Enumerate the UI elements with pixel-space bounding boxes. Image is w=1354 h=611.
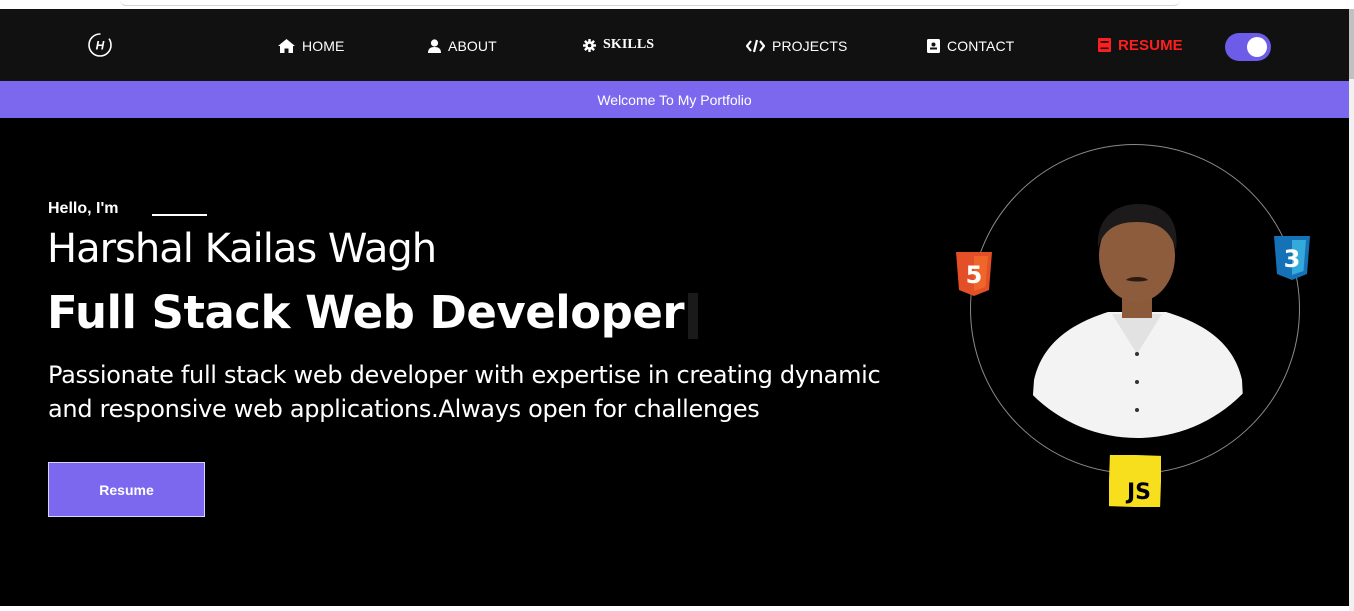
resume-button-label: Resume [99,481,154,498]
hero-role-text: Full Stack Web Developer [47,286,685,339]
nav-about-label: ABOUT [448,38,497,54]
home-icon [278,39,295,53]
theme-toggle-knob [1247,37,1267,57]
site-logo[interactable]: H [87,32,113,58]
nav-home[interactable]: HOME [278,36,344,56]
navbar: H HOME ABOUT SKILLS PROJECTS CONTACT RES… [0,9,1349,81]
css3-icon: 3 [1274,236,1310,280]
gear-icon [583,38,596,52]
nav-home-label: HOME [302,38,345,54]
html5-icon: 5 [956,252,992,296]
greeting-underline [152,214,207,216]
svg-text:H: H [96,39,105,53]
nav-contact[interactable]: CONTACT [927,36,1014,56]
page-bottom-edge [0,606,1354,611]
hero-name: Harshal Kailas Wagh [47,226,437,272]
book-icon [1098,38,1111,52]
nav-contact-label: CONTACT [947,38,1015,54]
nav-resume-label: RESUME [1118,36,1183,54]
nav-projects[interactable]: PROJECTS [746,36,847,56]
nav-projects-label: PROJECTS [772,38,848,54]
code-icon [746,39,765,53]
contact-card-icon [927,39,940,53]
hero-section: Hello, I'm Harshal Kailas Wagh Full Stac… [0,118,1349,606]
profile-photo [1030,204,1245,438]
javascript-icon: JS [1109,455,1161,507]
welcome-text: Welcome To My Portfolio [597,91,752,108]
svg-text:JS: JS [1125,480,1151,505]
nav-about[interactable]: ABOUT [428,36,497,56]
page-scrollbar[interactable] [1349,9,1354,611]
hero-description: Passionate full stack web developer with… [48,361,881,423]
svg-text:3: 3 [1284,245,1301,273]
user-icon [428,39,441,53]
hero-greeting: Hello, I'm [48,200,119,217]
browser-top-strip [0,0,1354,9]
svg-text:5: 5 [966,261,983,289]
theme-toggle[interactable] [1225,33,1271,61]
hero-role: Full Stack Web Developer [47,286,699,339]
scrollbar-thumb[interactable] [1349,9,1354,79]
browser-bar-edge [120,0,1180,6]
resume-button[interactable]: Resume [48,462,205,517]
welcome-banner: Welcome To My Portfolio [0,81,1349,118]
nav-skills[interactable]: SKILLS [583,35,654,55]
nav-resume[interactable]: RESUME [1098,35,1183,55]
nav-skills-label: SKILLS [603,37,655,52]
typing-cursor [688,293,699,339]
logo-icon: H [88,33,112,57]
